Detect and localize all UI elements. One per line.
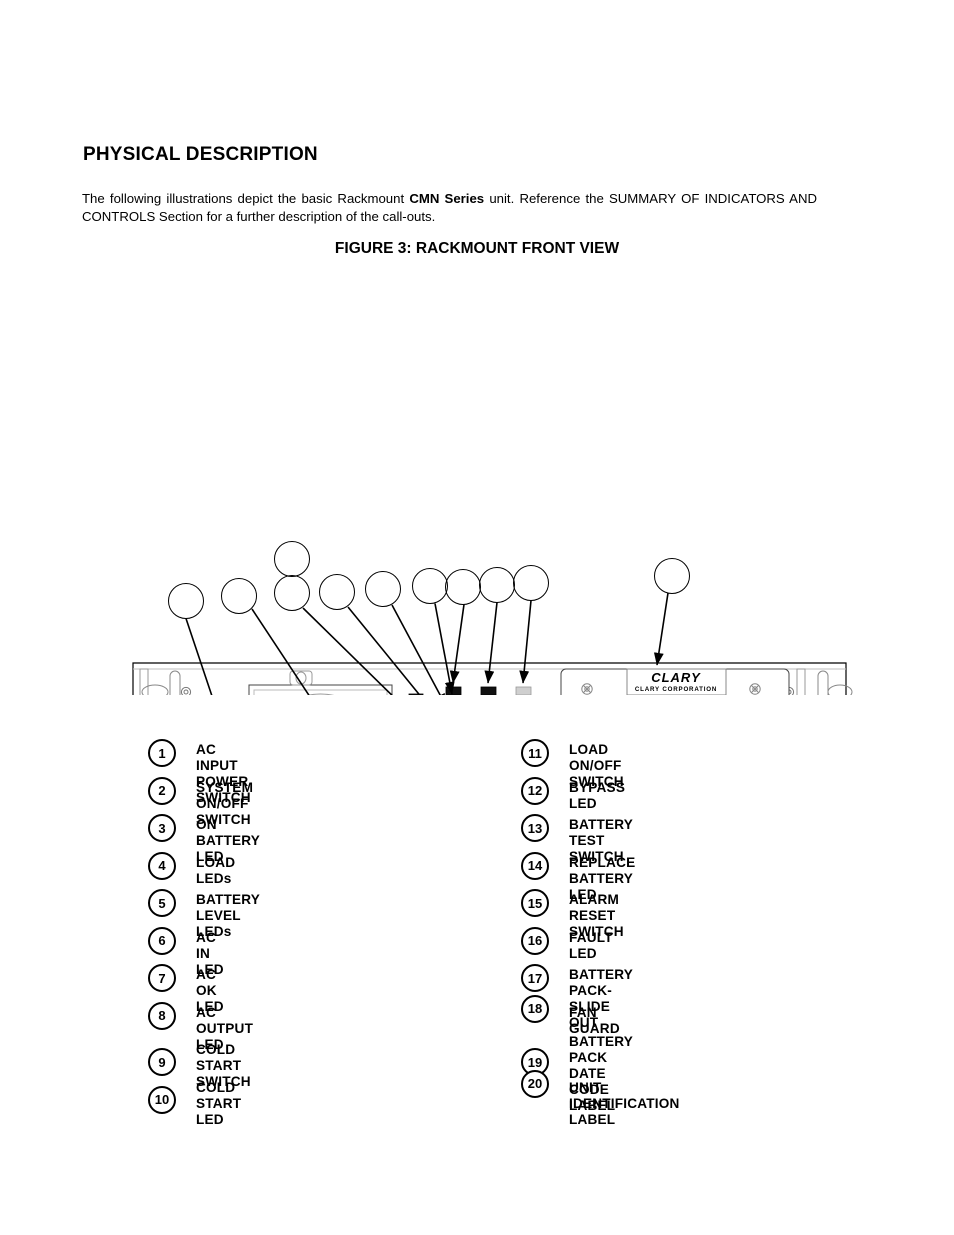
led-column-a — [445, 686, 462, 695]
legend-item-number: 5 — [148, 889, 176, 917]
page-title: PHYSICAL DESCRIPTION — [83, 144, 318, 165]
callout-balloon[interactable] — [654, 558, 690, 594]
figure-title: FIGURE 3: RACKMOUNT FRONT VIEW — [334, 240, 620, 257]
legend-item-number: 18 — [521, 994, 549, 1023]
legend-item-number: 17 — [521, 964, 549, 992]
legend-item-number: 1 — [148, 739, 176, 767]
callout-balloon[interactable] — [479, 567, 515, 603]
legend-item-number: 15 — [521, 889, 549, 917]
legend-item-number: 13 — [521, 814, 549, 842]
legend-item-label: FAULT LED — [569, 929, 613, 961]
legend-item-number: 8 — [148, 1001, 176, 1030]
callout-balloons-top — [168, 541, 690, 619]
callout-balloon[interactable] — [319, 574, 355, 610]
indicator-led — [445, 686, 462, 695]
led-column-battery-level — [515, 686, 532, 695]
callout-balloon[interactable] — [445, 569, 481, 605]
legend-item-number: 16 — [521, 926, 549, 955]
callout-legend: 1 AC INPUT POWER SWITCH 2 SYSTEM ON/OFF SWI… — [0, 735, 954, 1127]
legend-item-label: BYPASS LED — [569, 779, 626, 811]
legend-item-number: 7 — [148, 964, 176, 992]
legend-item-number: 14 — [521, 851, 549, 880]
indicator-switch-column-left — [408, 693, 424, 695]
legend-item-number: 9 — [148, 1048, 176, 1076]
legend-item-label: FAN GUARD — [569, 1004, 620, 1036]
callout-balloon[interactable] — [513, 565, 549, 601]
callout-balloon[interactable] — [221, 578, 257, 614]
intro-emphasis: CMN Series — [409, 191, 485, 206]
figure-rackmount-front-view: SYSTEM AC INPUT CLARY CLARY CORPORATION … — [0, 265, 954, 695]
intro-text-part1: The following illustrations depict the b… — [82, 191, 410, 206]
indicator-led — [408, 693, 424, 695]
callout-balloon[interactable] — [365, 571, 401, 607]
legend-item-number: 4 — [148, 851, 176, 880]
legend-item-label: COLD START LED — [196, 1079, 242, 1127]
clary-logo-right: CLARY — [651, 670, 701, 685]
legend-item-number: 11 — [521, 739, 549, 767]
legend-item-number: 3 — [148, 814, 176, 842]
legend-item-number: 10 — [148, 1085, 176, 1114]
callout-balloon[interactable] — [412, 568, 448, 604]
rack-ear-right — [783, 668, 853, 695]
intro-paragraph: The following illustrations depict the b… — [82, 190, 817, 226]
legend-item-number: 12 — [521, 776, 549, 805]
clary-subtext-right: CLARY CORPORATION — [635, 686, 717, 693]
led-column-load — [480, 686, 497, 695]
indicator-led — [480, 686, 497, 695]
legend-item-label: UNIT IDENTIFICATION LABEL — [569, 1079, 680, 1127]
callout-balloon[interactable] — [168, 583, 204, 619]
rack-ear-left — [139, 668, 192, 695]
indicator-led — [515, 686, 532, 695]
callout-balloon[interactable] — [274, 575, 310, 611]
legend-item-number: 2 — [148, 776, 176, 805]
legend-item-label: LOAD LEDs — [196, 854, 236, 886]
callout-balloon[interactable] — [274, 541, 310, 577]
legend-item-number: 20 — [521, 1069, 549, 1098]
legend-item-number: 6 — [148, 926, 176, 955]
